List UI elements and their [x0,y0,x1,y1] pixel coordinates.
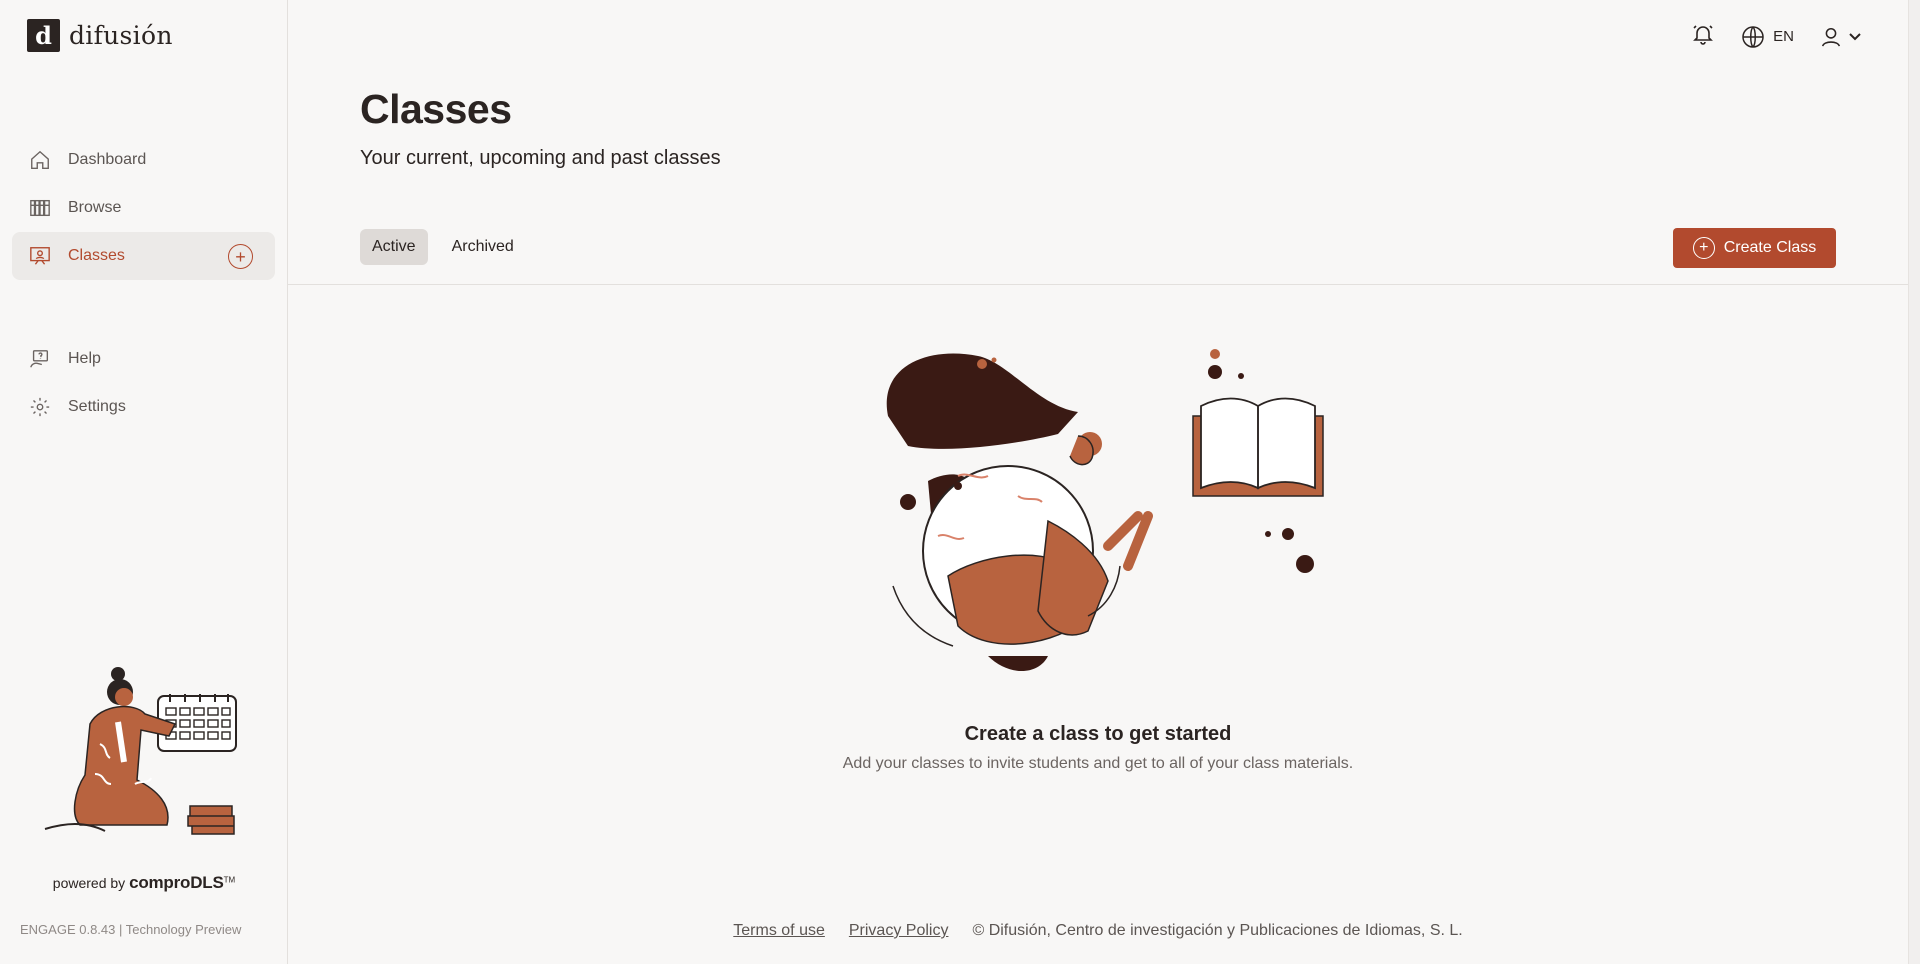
add-class-icon[interactable]: + [228,244,253,269]
primary-nav: Dashboard Browse Classes + [12,136,275,280]
sidebar-item-label: Classes [68,247,125,264]
sidebar-item-label: Dashboard [68,151,147,168]
chevron-down-icon [1849,32,1861,40]
books-icon [28,196,52,220]
powered-prefix: powered by [52,875,126,891]
empty-state-title: Create a class to get started [964,723,1232,745]
powered-brand: comproDLS [129,873,224,892]
footer: Terms of use Privacy Policy © Difusión, … [288,922,1908,940]
empty-state-illustration [868,336,1328,701]
version-label: ENGAGE 0.8.43 | Technology Preview [20,922,242,937]
plus-circle-icon: + [1692,237,1715,259]
sidebar-item-help[interactable]: Help [12,335,275,383]
privacy-link[interactable]: Privacy Policy [849,922,949,940]
language-label: EN [1773,28,1794,45]
gear-icon [28,395,52,419]
empty-state-description: Add your classes to invite students and … [842,755,1354,772]
logo-text: difusión [69,21,173,50]
classroom-icon [28,244,52,268]
create-class-label: Create Class [1723,239,1817,256]
sidebar-item-label: Browse [68,199,122,216]
sidebar-item-label: Settings [68,398,126,415]
secondary-nav: Help Settings [12,335,275,431]
logo-mark: d [27,19,60,52]
help-icon [28,347,52,371]
class-tabs: Active Archived [360,229,526,265]
sidebar-item-label: Help [68,350,101,367]
user-icon [1821,27,1841,47]
scrollbar[interactable] [1908,0,1920,964]
sidebar-item-classes[interactable]: Classes + [12,232,275,280]
sidebar-item-settings[interactable]: Settings [12,383,275,431]
sidebar-item-dashboard[interactable]: Dashboard [12,136,275,184]
divider [288,284,1908,285]
user-menu[interactable] [1820,26,1862,48]
page-subtitle: Your current, upcoming and past classes [360,147,721,169]
notification-bell-icon[interactable] [1691,22,1715,51]
page-title: Classes [360,86,512,132]
create-class-button[interactable]: + Create Class [1673,228,1836,268]
powered-tm: TM [223,875,236,885]
copyright-text: © Difusión, Centro de investigación y Pu… [972,922,1463,939]
tab-active[interactable]: Active [360,229,428,265]
sidebar: d difusión Dashboard Browse Classes + He… [0,0,288,964]
tab-archived[interactable]: Archived [440,229,526,265]
language-selector[interactable]: EN [1741,25,1794,49]
globe-icon [1742,25,1764,48]
sidebar-item-browse[interactable]: Browse [12,184,275,232]
powered-by: powered by comproDLSTM [0,873,288,893]
terms-link[interactable]: Terms of use [733,922,825,940]
sidebar-illustration [40,664,250,849]
brand-logo[interactable]: d difusión [27,19,173,52]
header-actions: EN [1691,22,1862,51]
home-icon [28,148,52,172]
